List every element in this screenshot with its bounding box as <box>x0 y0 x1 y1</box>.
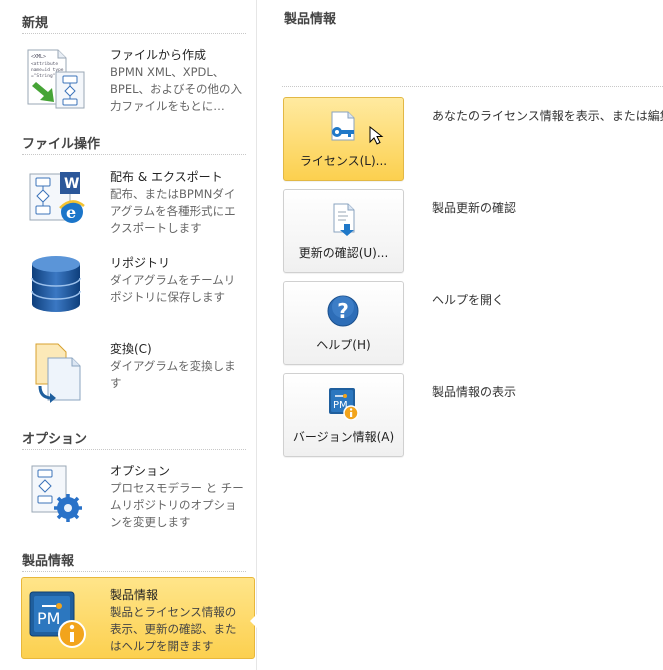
nav-item-options[interactable]: オプション プロセスモデラー と チームリポジトリのオプションを変更します <box>22 462 254 532</box>
nav-item-desc: ダイアグラムを変換します <box>110 359 236 390</box>
section-divider <box>22 154 246 155</box>
nav-item-product-info[interactable]: PM 製品情報 製品とライセンス情報の表示、更新の確認、またはヘルプを開きます <box>21 577 255 659</box>
check-updates-button[interactable]: 更新の確認(U)... <box>283 189 404 273</box>
svg-text:W: W <box>64 176 79 192</box>
nav-item-export[interactable]: W e 配布 & エクスポート 配布、またはBPMNダイアグラムを各種形式にエク… <box>22 168 254 238</box>
database-icon <box>26 254 86 318</box>
svg-text:e: e <box>66 203 76 222</box>
nav-item-title: リポジトリ <box>110 256 171 270</box>
nav-item-desc: プロセスモデラー と チームリポジトリのオプションを変更します <box>110 481 244 529</box>
license-button[interactable]: ライセンス(L)... <box>283 97 404 181</box>
title-divider <box>282 86 663 87</box>
svg-text:<XML>: <XML> <box>31 54 46 60</box>
section-divider <box>22 33 246 34</box>
svg-text:?: ? <box>337 299 349 323</box>
selection-pointer <box>250 614 257 628</box>
nav-item-desc: ダイアグラムをチームリポジトリに保存します <box>110 273 236 304</box>
xml-file-icon: <XML> <attribute name=id type ="String" … <box>26 46 86 110</box>
help-desc: ヘルプを開く <box>432 293 505 307</box>
version-info-button[interactable]: PM バージョン情報(A) <box>283 373 404 457</box>
update-check-icon <box>326 202 360 236</box>
nav-item-convert[interactable]: 変換(C) ダイアグラムを変換します <box>22 340 254 410</box>
version-info-button-label: バージョン情報(A) <box>292 430 395 444</box>
section-divider <box>22 449 246 450</box>
nav-item-desc: 配布、またはBPMNダイアグラムを各種形式にエクスポートします <box>110 187 236 235</box>
section-new-header: 新規 <box>22 16 49 31</box>
convert-icon <box>26 340 86 404</box>
svg-text:PM: PM <box>37 609 60 628</box>
mouse-cursor-icon <box>369 126 384 145</box>
pm-info-icon: PM <box>28 586 88 650</box>
license-button-label: ライセンス(L)... <box>299 154 388 168</box>
section-options-header: オプション <box>22 432 88 447</box>
version-info-desc: 製品情報の表示 <box>432 385 517 399</box>
page-title: 製品情報 <box>284 12 337 27</box>
options-icon <box>26 462 86 526</box>
check-updates-desc: 製品更新の確認 <box>432 201 517 215</box>
section-file-ops-header: ファイル操作 <box>22 137 101 152</box>
section-divider <box>22 571 246 572</box>
nav-item-title: ファイルから作成 <box>110 48 207 62</box>
help-button[interactable]: ? ヘルプ(H) <box>283 281 404 365</box>
nav-item-title: オプション <box>110 464 171 478</box>
backstage-nav: 新規 <XML> <attribute name=id type ="Strin… <box>0 0 257 670</box>
help-button-label: ヘルプ(H) <box>316 338 371 352</box>
nav-item-title: 製品情報 <box>110 588 159 602</box>
section-product-info-header: 製品情報 <box>22 554 75 569</box>
nav-item-desc: 製品とライセンス情報の表示、更新の確認、またはヘルプを開きます <box>110 605 237 653</box>
license-desc: あなたのライセンス情報を表示、または編集 <box>432 109 663 123</box>
svg-text:<attribute: <attribute <box>31 61 58 67</box>
license-key-icon <box>326 110 360 144</box>
help-icon: ? <box>326 294 360 328</box>
check-updates-button-label: 更新の確認(U)... <box>298 246 389 260</box>
nav-item-desc: BPMN XML、XPDL、BPEL、およびその他の入力ファイルをもとに… <box>110 65 242 113</box>
version-info-icon: PM <box>326 386 360 421</box>
nav-item-title: 配布 & エクスポート <box>110 170 223 184</box>
nav-item-create-from-file[interactable]: <XML> <attribute name=id type ="String" … <box>22 46 254 116</box>
nav-item-title: 変換(C) <box>110 342 152 356</box>
nav-item-repository[interactable]: リポジトリ ダイアグラムをチームリポジトリに保存します <box>22 254 254 324</box>
export-icon: W e <box>26 168 86 232</box>
